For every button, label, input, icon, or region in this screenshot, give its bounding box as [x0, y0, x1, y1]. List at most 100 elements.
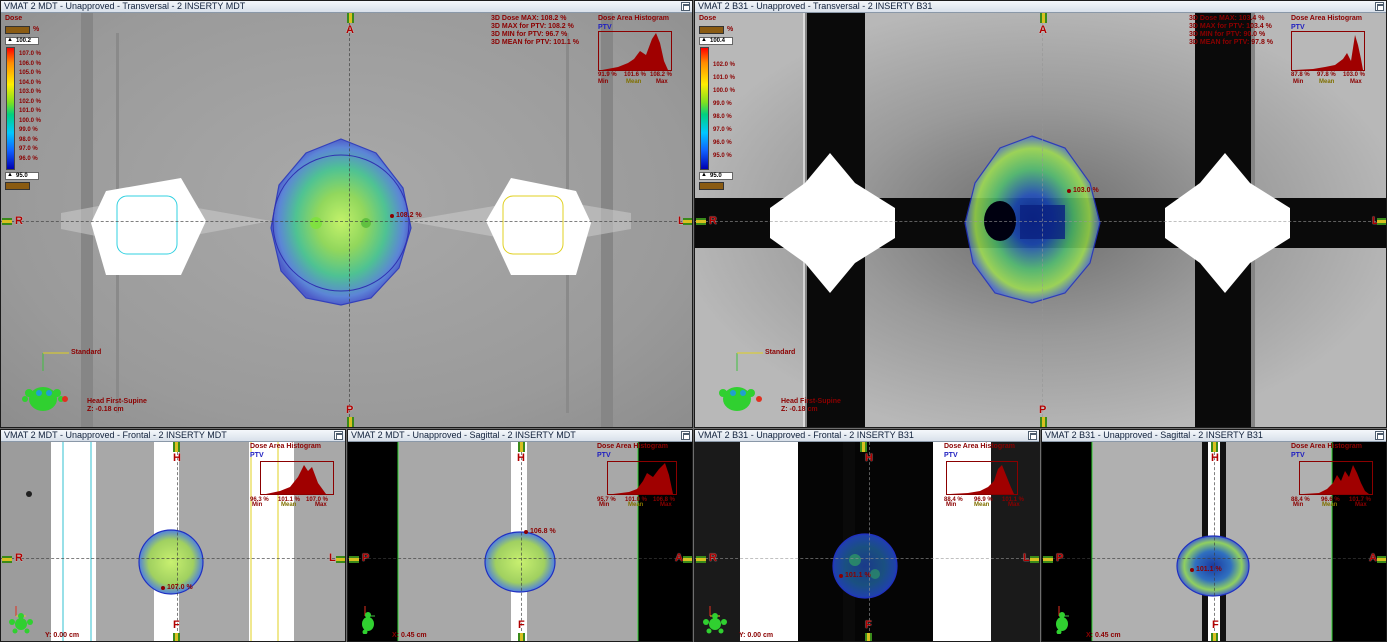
- maximize-icon[interactable]: [1375, 431, 1384, 440]
- top-marker[interactable]: [860, 442, 867, 452]
- right-marker[interactable]: [1030, 556, 1039, 563]
- histogram-max: 103.0 %: [1343, 72, 1366, 78]
- ct-image[interactable]: [1, 13, 692, 427]
- crosshair-horizontal: [348, 558, 692, 559]
- maximize-icon[interactable]: [681, 2, 690, 11]
- orientation-left: L: [1023, 552, 1030, 564]
- right-marker[interactable]: [1377, 556, 1386, 563]
- maximize-icon[interactable]: [1375, 2, 1384, 11]
- bottom-marker[interactable]: [865, 633, 872, 641]
- orientation-head: H: [517, 452, 525, 464]
- orientation-anterior: A: [1039, 24, 1047, 36]
- legend-value: 96.0 %: [19, 155, 38, 162]
- dose-max-swatch[interactable]: [5, 26, 30, 34]
- crosshair-vertical: [1214, 442, 1215, 641]
- bottom-marker[interactable]: [518, 633, 525, 641]
- right-marker[interactable]: [683, 556, 692, 563]
- legend-value: 98.0 %: [713, 114, 732, 120]
- left-marker[interactable]: [1043, 556, 1053, 563]
- legend-value: 100.0 %: [19, 117, 42, 124]
- bottom-marker[interactable]: [1040, 417, 1047, 427]
- crosshair-vertical: [349, 13, 350, 427]
- dose-min-swatch[interactable]: [5, 182, 30, 190]
- left-marker[interactable]: [349, 556, 359, 563]
- maximize-icon[interactable]: [334, 431, 343, 440]
- dose-area-histogram[interactable]: Dose Area Histogram PTV 87.8 % 97.8 % 10…: [1291, 15, 1369, 79]
- histogram-min-label: Min: [946, 502, 957, 508]
- dose-min-swatch[interactable]: [699, 182, 724, 190]
- maximize-icon[interactable]: [1028, 431, 1037, 440]
- viewer-title: VMAT 2 MDT - Unapproved - Frontal - 2 IN…: [4, 430, 227, 440]
- histogram-plot: [598, 31, 672, 71]
- top-marker[interactable]: [173, 442, 180, 452]
- top-marker[interactable]: [347, 13, 354, 23]
- right-marker[interactable]: [683, 218, 692, 225]
- dose-area-histogram[interactable]: Dose Area Histogram PTV 91.9 % 101.6 % 1…: [598, 15, 676, 79]
- dose-max-spinner[interactable]: 100.4: [699, 37, 733, 45]
- dose-area-histogram[interactable]: Dose Area Histogram PTV 88.4 % 96.6 % 10…: [1291, 443, 1373, 509]
- legend-value: 101.0 %: [19, 108, 42, 114]
- viewer-title: VMAT 2 B31 - Unapproved - Sagittal - 2 I…: [1045, 430, 1263, 440]
- hotspot-label: 106.8 %: [524, 528, 556, 535]
- dose-legend-title: Dose: [5, 15, 23, 22]
- histogram-min-label: Min: [1293, 502, 1304, 508]
- orientation-widget[interactable]: [1047, 602, 1077, 634]
- viewer-sagittal-b31[interactable]: VMAT 2 B31 - Unapproved - Sagittal - 2 I…: [1041, 429, 1387, 642]
- dose-area-histogram[interactable]: Dose Area Histogram PTV 96.3 % 101.1 % 1…: [250, 443, 334, 509]
- orientation-widget[interactable]: [353, 602, 383, 634]
- stat-line: 3D Dose MAX: 108.2 %: [491, 15, 567, 22]
- dose-area-histogram[interactable]: Dose Area Histogram PTV 88.4 % 96.9 % 10…: [944, 443, 1024, 509]
- viewer-transversal-b31[interactable]: VMAT 2 B31 - Unapproved - Transversal - …: [694, 0, 1387, 428]
- orientation-anterior: A: [675, 552, 683, 564]
- dose-min-spinner[interactable]: 95.0: [5, 172, 39, 180]
- histogram-mean-label: Mean: [628, 502, 644, 508]
- dose-max-spinner[interactable]: 100.2: [5, 37, 39, 45]
- legend-value: 102.0 %: [713, 62, 736, 68]
- viewer-frontal-mdt[interactable]: VMAT 2 MDT - Unapproved - Frontal - 2 IN…: [0, 429, 346, 642]
- viewer-frontal-b31[interactable]: VMAT 2 B31 - Unapproved - Frontal - 2 IN…: [694, 429, 1040, 642]
- legend-value: 98.0 %: [19, 136, 38, 143]
- maximize-icon[interactable]: [681, 431, 690, 440]
- dose-max-swatch[interactable]: [699, 26, 724, 34]
- legend-value: 107.0 %: [19, 51, 42, 57]
- dose-min-spinner[interactable]: 95.0: [699, 172, 733, 180]
- left-marker[interactable]: [2, 218, 12, 225]
- bottom-marker[interactable]: [173, 633, 180, 641]
- viewer-title: VMAT 2 MDT - Unapproved - Sagittal - 2 I…: [351, 430, 576, 440]
- orientation-head: H: [865, 452, 873, 464]
- orientation-anterior: A: [346, 24, 354, 36]
- stat-line: 3D MIN for PTV: 90.0 %: [1189, 31, 1266, 38]
- bottom-marker[interactable]: [1211, 633, 1218, 641]
- left-marker[interactable]: [2, 556, 12, 563]
- orientation-posterior: P: [1039, 404, 1047, 416]
- legend-value: 99.0 %: [713, 101, 732, 107]
- legend-value: 95.0 %: [713, 153, 732, 159]
- histogram-max-label: Max: [1008, 502, 1020, 508]
- viewer-title-bar: VMAT 2 MDT - Unapproved - Sagittal - 2 I…: [348, 430, 692, 442]
- right-marker[interactable]: [1377, 218, 1386, 225]
- viewer-sagittal-mdt[interactable]: VMAT 2 MDT - Unapproved - Sagittal - 2 I…: [347, 429, 693, 642]
- top-marker[interactable]: [518, 442, 525, 452]
- viewer-title-bar: VMAT 2 B31 - Unapproved - Sagittal - 2 I…: [1042, 430, 1386, 442]
- legend-value: 96.0 %: [713, 140, 732, 146]
- legend-value: 104.0 %: [19, 79, 42, 86]
- histogram-max-label: Max: [1355, 502, 1367, 508]
- viewer-transversal-mdt[interactable]: VMAT 2 MDT - Unapproved - Transversal - …: [0, 0, 693, 428]
- histogram-plot: [607, 461, 677, 495]
- top-marker[interactable]: [1211, 442, 1218, 452]
- stat-line: 3D MEAN for PTV: 101.1 %: [491, 39, 579, 46]
- ct-image[interactable]: [695, 13, 1386, 427]
- histogram-min-label: Min: [599, 502, 610, 508]
- dose-max-value: 100.4: [710, 38, 726, 44]
- left-marker[interactable]: [696, 556, 706, 563]
- left-marker[interactable]: [696, 218, 706, 225]
- top-marker[interactable]: [1040, 13, 1047, 23]
- orientation-widget[interactable]: [6, 602, 36, 634]
- dose-area-histogram[interactable]: Dose Area Histogram PTV 95.7 % 101.0 % 1…: [597, 443, 677, 509]
- bottom-marker[interactable]: [347, 417, 354, 427]
- orientation-widget[interactable]: [1, 341, 81, 421]
- orientation-widget[interactable]: [700, 602, 730, 634]
- right-marker[interactable]: [336, 556, 345, 563]
- legend-value: 103.0 %: [19, 89, 42, 95]
- orientation-widget[interactable]: [695, 341, 775, 421]
